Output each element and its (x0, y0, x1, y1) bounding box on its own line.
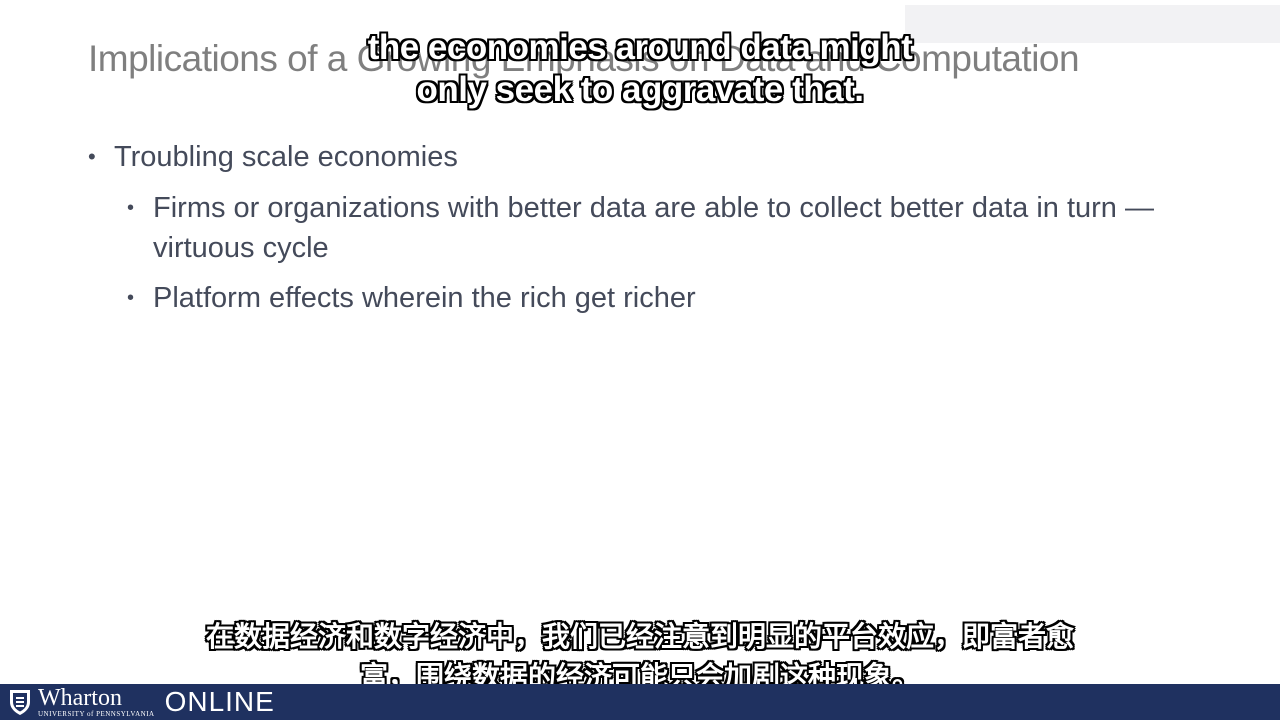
bullet-level-2: • Firms or organizations with better dat… (127, 188, 1173, 268)
bullet-dot: • (88, 144, 96, 169)
logo-online-text: ONLINE (164, 686, 275, 717)
subtitle-chinese-line: 在数据经济和数字经济中，我们已经注意到明显的平台效应，即富者愈 (205, 620, 1074, 653)
bullet-text: Firms or organizations with better data … (153, 192, 1154, 264)
bullet-text: Troubling scale economies (114, 141, 458, 173)
bullet-level-1: • Troubling scale economies (88, 138, 458, 176)
logo-wordmark: Wharton UNIVERSITY of PENNSYLVANIA (38, 686, 155, 718)
logo-wharton-text: Wharton (38, 685, 122, 711)
shield-icon (10, 690, 30, 715)
subtitle-english-line: only seek to aggravate that. (416, 70, 864, 109)
bullet-dot: • (127, 287, 135, 309)
wharton-online-logo: Wharton UNIVERSITY of PENNSYLVANIA ONLIN… (8, 684, 275, 720)
bullet-dot: • (127, 197, 135, 219)
footer-bar: Wharton UNIVERSITY of PENNSYLVANIA ONLIN… (0, 684, 1280, 720)
bullet-level-2: • Platform effects wherein the rich get … (127, 278, 1173, 318)
subtitle-english-line: the economies around data might (367, 28, 913, 67)
bullet-text: Platform effects wherein the rich get ri… (153, 282, 696, 314)
logo-university-text: UNIVERSITY of PENNSYLVANIA (38, 710, 155, 718)
